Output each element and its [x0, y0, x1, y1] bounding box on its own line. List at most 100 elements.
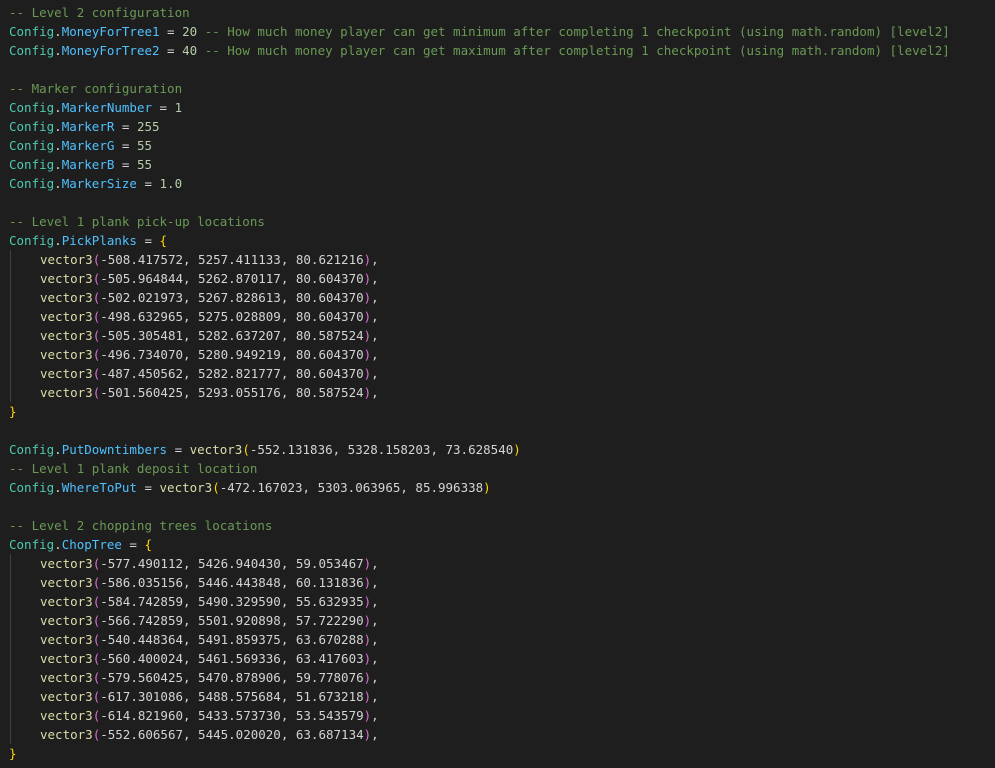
- comment-level1-deposit: -- Level 1 plank deposit location: [9, 461, 258, 476]
- vector-entry: vector3(-577.490112, 5426.940430, 59.053…: [0, 554, 995, 573]
- code-line: Config.PutDowntimbers = vector3(-552.131…: [9, 442, 521, 457]
- indent-guide: [10, 630, 11, 649]
- config-property: MoneyForTree2: [61, 43, 160, 58]
- config-object: Config: [9, 24, 55, 39]
- vector-args: -472.167023, 5303.063965, 85.996338: [219, 480, 484, 495]
- function-name: vector3: [40, 290, 93, 305]
- function-name: vector3: [40, 366, 93, 381]
- config-value: 20: [182, 24, 198, 39]
- vector-entry: vector3(-487.450562, 5282.821777, 80.604…: [0, 364, 995, 383]
- code-line: -- Level 1 plank deposit location: [0, 459, 995, 478]
- indent-guide: [10, 250, 11, 269]
- inline-comment: -- How much money player can get maximum…: [204, 43, 950, 58]
- function-name: vector3: [40, 594, 93, 609]
- vector-args: -496.734070, 5280.949219, 80.604370: [100, 347, 364, 362]
- config-value: 1.0: [159, 176, 183, 191]
- indent-guide: [10, 706, 11, 725]
- code-line: -- Marker configuration: [0, 79, 995, 98]
- code-editor[interactable]: -- Level 2 configuration Config.MoneyFor…: [0, 0, 995, 768]
- code-line: Config.MarkerG = 55: [9, 138, 153, 153]
- indent-guide: [10, 383, 11, 402]
- code-line: Config.MarkerNumber = 1: [9, 100, 183, 115]
- indent-guide: [10, 345, 11, 364]
- vector-args: -577.490112, 5426.940430, 59.053467: [100, 556, 364, 571]
- vector-args: -586.035156, 5446.443848, 60.131836: [100, 575, 364, 590]
- config-value: 55: [136, 157, 153, 172]
- function-name: vector3: [40, 556, 93, 571]
- code-line: -- Level 1 plank pick-up locations: [0, 212, 995, 231]
- code-line: Config.MarkerR = 255: [9, 119, 160, 134]
- indent-guide: [10, 307, 11, 326]
- function-name: vector3: [189, 442, 243, 457]
- vector-entry: vector3(-566.742859, 5501.920898, 57.722…: [0, 611, 995, 630]
- config-object: Config: [9, 537, 55, 552]
- vector-args: -508.417572, 5257.411133, 80.621216: [100, 252, 364, 267]
- vector-entry: vector3(-560.400024, 5461.569336, 63.417…: [0, 649, 995, 668]
- vector-args: -505.305481, 5282.637207, 80.587524: [100, 328, 364, 343]
- config-object: Config: [9, 138, 55, 153]
- config-property: MarkerB: [61, 157, 115, 172]
- vector-args: -552.606567, 5445.020020, 63.687134: [100, 727, 364, 742]
- function-name: vector3: [40, 689, 93, 704]
- vector-args: -617.301086, 5488.575684, 51.673218: [100, 689, 364, 704]
- indent-guide: [10, 649, 11, 668]
- code-line: -- Level 2 chopping trees locations: [0, 516, 995, 535]
- config-value: 255: [136, 119, 160, 134]
- config-property: MarkerNumber: [61, 100, 152, 115]
- config-property: MoneyForTree1: [61, 24, 160, 39]
- comment-marker-config: -- Marker configuration: [9, 81, 183, 96]
- function-name: vector3: [40, 651, 93, 666]
- code-line: Config.MoneyForTree1 = 20 -- How much mo…: [9, 24, 950, 39]
- indent-guide: [10, 592, 11, 611]
- config-object: Config: [9, 176, 55, 191]
- vector-args: -502.021973, 5267.828613, 80.604370: [100, 290, 364, 305]
- code-line: Config.PickPlanks = {: [9, 233, 168, 248]
- vector-args: -540.448364, 5491.859375, 63.670288: [100, 632, 364, 647]
- code-line: Config.MoneyForTree2 = 40 -- How much mo…: [9, 43, 950, 58]
- vector-args: -560.400024, 5461.569336, 63.417603: [100, 651, 364, 666]
- indent-guide: [10, 611, 11, 630]
- vector-entry: vector3(-540.448364, 5491.859375, 63.670…: [0, 630, 995, 649]
- vector-entry: vector3(-586.035156, 5446.443848, 60.131…: [0, 573, 995, 592]
- code-line: }: [0, 402, 995, 421]
- indent-guide: [10, 668, 11, 687]
- indent-guide: [10, 554, 11, 573]
- close-brace: }: [9, 746, 17, 761]
- config-object: Config: [9, 119, 55, 134]
- code-line: Config.ChopTree = {: [9, 537, 153, 552]
- config-object: Config: [9, 480, 55, 495]
- indent-guide: [10, 573, 11, 592]
- indent-guide: [10, 687, 11, 706]
- function-name: vector3: [40, 385, 93, 400]
- code-line: -- Level 2 configuration: [0, 3, 995, 22]
- pick-planks-list: vector3(-508.417572, 5257.411133, 80.621…: [0, 250, 995, 402]
- config-property: MarkerR: [61, 119, 115, 134]
- vector-entry: vector3(-496.734070, 5280.949219, 80.604…: [0, 345, 995, 364]
- config-object: Config: [9, 43, 55, 58]
- indent-guide: [10, 269, 11, 288]
- vector-args: -505.964844, 5262.870117, 80.604370: [100, 271, 364, 286]
- vector-entry: vector3(-501.560425, 5293.055176, 80.587…: [0, 383, 995, 402]
- vector-entry: vector3(-614.821960, 5433.573730, 53.543…: [0, 706, 995, 725]
- vector-entry: vector3(-505.305481, 5282.637207, 80.587…: [0, 326, 995, 345]
- config-object: Config: [9, 157, 55, 172]
- function-name: vector3: [40, 613, 93, 628]
- vector-args: -498.632965, 5275.028809, 80.604370: [100, 309, 364, 324]
- function-name: vector3: [40, 575, 93, 590]
- vector-entry: vector3(-502.021973, 5267.828613, 80.604…: [0, 288, 995, 307]
- vector-entry: vector3(-498.632965, 5275.028809, 80.604…: [0, 307, 995, 326]
- vector-args: -579.560425, 5470.878906, 59.778076: [100, 670, 364, 685]
- indent-guide: [10, 288, 11, 307]
- indent-guide: [10, 725, 11, 744]
- vector-entry: vector3(-505.964844, 5262.870117, 80.604…: [0, 269, 995, 288]
- chop-tree-list: vector3(-577.490112, 5426.940430, 59.053…: [0, 554, 995, 744]
- code-line: }: [0, 744, 995, 763]
- function-name: vector3: [40, 708, 93, 723]
- vector-entry: vector3(-552.606567, 5445.020020, 63.687…: [0, 725, 995, 744]
- code-line: Config.MarkerSize = 1.0: [9, 176, 183, 191]
- function-name: vector3: [40, 347, 93, 362]
- open-brace: {: [159, 233, 168, 248]
- comment-level2-chop: -- Level 2 chopping trees locations: [9, 518, 273, 533]
